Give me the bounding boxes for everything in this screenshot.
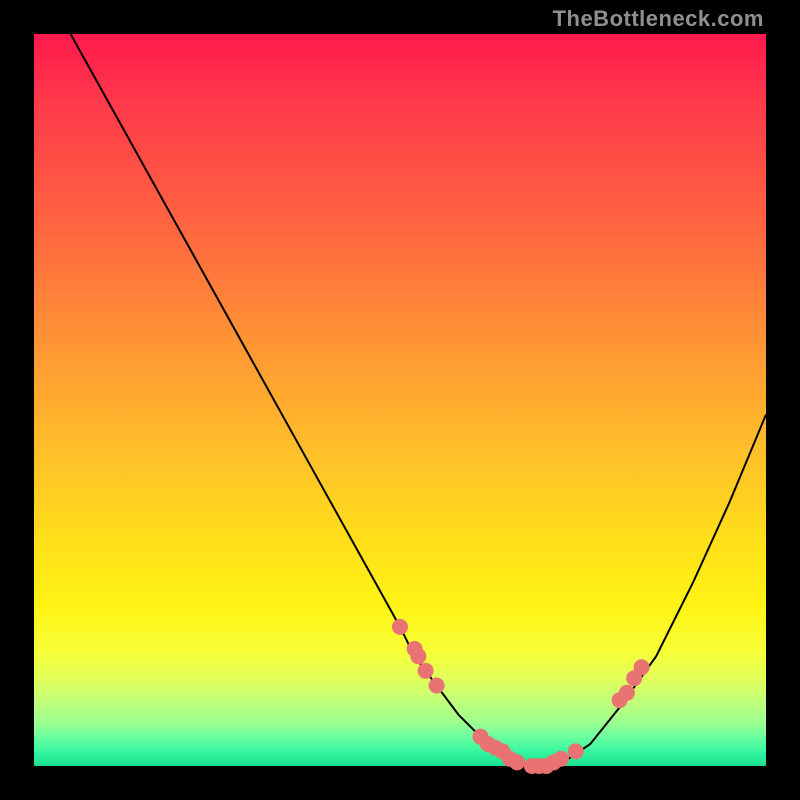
watermark-text: TheBottleneck.com xyxy=(553,6,764,32)
highlight-dots xyxy=(392,619,650,774)
highlight-dot xyxy=(509,754,525,770)
highlight-dot xyxy=(418,663,434,679)
plot-area xyxy=(34,34,766,766)
curve-svg xyxy=(34,34,766,766)
highlight-dot xyxy=(553,751,569,767)
highlight-dot xyxy=(619,685,635,701)
highlight-dot xyxy=(392,619,408,635)
chart-frame: TheBottleneck.com xyxy=(0,0,800,800)
highlight-dot xyxy=(410,648,426,664)
highlight-dot xyxy=(429,678,445,694)
highlight-dot xyxy=(634,659,650,675)
highlight-dot xyxy=(568,743,584,759)
